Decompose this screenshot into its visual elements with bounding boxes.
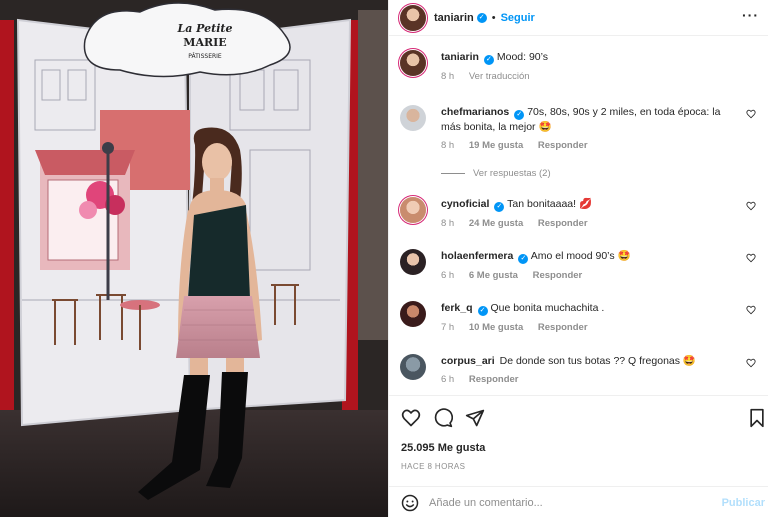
comment-bubble-icon[interactable] xyxy=(433,408,453,428)
post-side-panel: taniarin ✓ • Seguir ··· taniarin ✓ Mood: … xyxy=(388,0,768,517)
comment-likes[interactable]: 10 Me gusta xyxy=(469,322,523,333)
comment-username[interactable]: chefmarianos xyxy=(441,106,509,118)
comment-text: Amo el mood 90’s 🤩 xyxy=(530,250,631,262)
caption-time[interactable]: 8 h xyxy=(441,71,454,82)
see-translation-button[interactable]: Ver traducción xyxy=(469,71,530,82)
like-comment-heart-icon[interactable] xyxy=(746,358,756,368)
comment-likes[interactable]: 19 Me gusta xyxy=(469,140,523,151)
sign-mid-text: MARIE xyxy=(183,36,226,49)
caption-username[interactable]: taniarin xyxy=(441,51,479,63)
add-comment-bar: Publicar xyxy=(389,486,768,517)
verified-badge-icon: ✓ xyxy=(477,306,488,316)
caption-text: Mood: 90’s xyxy=(496,51,549,63)
like-comment-heart-icon[interactable] xyxy=(746,305,756,315)
publish-button[interactable]: Publicar xyxy=(722,497,765,509)
sign-sub-text: PÂTISSERIE xyxy=(188,53,222,60)
comment-input[interactable] xyxy=(429,496,699,509)
comment-username[interactable]: holaenfermera xyxy=(441,250,513,262)
comments-list[interactable]: taniarin ✓ Mood: 90’s 8 h Ver traducción … xyxy=(389,37,768,394)
like-comment-heart-icon[interactable] xyxy=(746,201,756,211)
reply-button[interactable]: Responder xyxy=(538,140,588,151)
save-bookmark-icon[interactable] xyxy=(747,408,767,428)
like-comment-heart-icon[interactable] xyxy=(746,253,756,263)
comment-time[interactable]: 7 h xyxy=(441,322,454,333)
verified-badge-icon: ✓ xyxy=(514,110,525,120)
reply-button[interactable]: Responder xyxy=(538,218,588,229)
comment-username[interactable]: cynoficial xyxy=(441,198,489,210)
share-send-icon[interactable] xyxy=(465,408,485,428)
view-replies-label: Ver respuestas (2) xyxy=(473,168,551,179)
separator-dot: • xyxy=(491,11,496,24)
comment-text: Que bonita muchachita . xyxy=(490,302,605,314)
verified-badge-icon: ✓ xyxy=(476,12,487,23)
sign-top-text: La Petite xyxy=(176,22,232,35)
replies-line xyxy=(441,173,465,174)
comment-username[interactable]: corpus_ari xyxy=(441,355,495,367)
comment-time[interactable]: 8 h xyxy=(441,218,454,229)
post-time-ago[interactable]: HACE 8 HORAS xyxy=(401,462,465,471)
verified-badge-icon: ✓ xyxy=(518,254,529,264)
post-actions: 25.095 Me gusta HACE 8 HORAS Publicar xyxy=(389,395,768,517)
comment-likes[interactable]: 24 Me gusta xyxy=(469,218,523,229)
comment-text: De donde son tus botas ?? Q fregonas 🤩 xyxy=(499,355,696,367)
follow-button[interactable]: Seguir xyxy=(501,12,535,24)
reply-button[interactable]: Responder xyxy=(538,322,588,333)
author-avatar[interactable] xyxy=(400,4,426,31)
comment-username[interactable]: ferk_q xyxy=(441,302,473,314)
author-username[interactable]: taniarin xyxy=(434,12,474,24)
like-comment-heart-icon[interactable] xyxy=(746,109,756,119)
comment-avatar[interactable] xyxy=(400,301,426,327)
comment-avatar[interactable] xyxy=(400,105,426,131)
comment-avatar[interactable] xyxy=(400,354,426,380)
comment-likes[interactable]: 6 Me gusta xyxy=(469,270,518,281)
post-header: taniarin ✓ • Seguir ··· xyxy=(389,0,768,36)
reply-button[interactable]: Responder xyxy=(469,374,519,385)
comment-avatar[interactable] xyxy=(400,197,426,223)
comment-time[interactable]: 6 h xyxy=(441,270,454,281)
comment-avatar[interactable] xyxy=(400,249,426,275)
post-photo-illustration: La Petite MARIE PÂTISSERIE xyxy=(0,0,388,517)
caption-avatar[interactable] xyxy=(400,50,426,76)
post-photo[interactable]: La Petite MARIE PÂTISSERIE xyxy=(0,0,388,517)
comment-time[interactable]: 6 h xyxy=(441,374,454,385)
comment-time[interactable]: 8 h xyxy=(441,140,454,151)
verified-badge-icon: ✓ xyxy=(494,202,505,212)
more-options-icon[interactable]: ··· xyxy=(742,8,759,22)
view-replies-button[interactable]: Ver respuestas (2) xyxy=(441,168,551,179)
like-heart-icon[interactable] xyxy=(401,408,421,428)
emoji-icon[interactable] xyxy=(401,494,419,512)
reply-button[interactable]: Responder xyxy=(533,270,583,281)
verified-badge-icon: ✓ xyxy=(483,55,494,65)
likes-count[interactable]: 25.095 Me gusta xyxy=(401,442,485,454)
comment-text: Tan bonitaaaa! 💋 xyxy=(507,198,593,210)
